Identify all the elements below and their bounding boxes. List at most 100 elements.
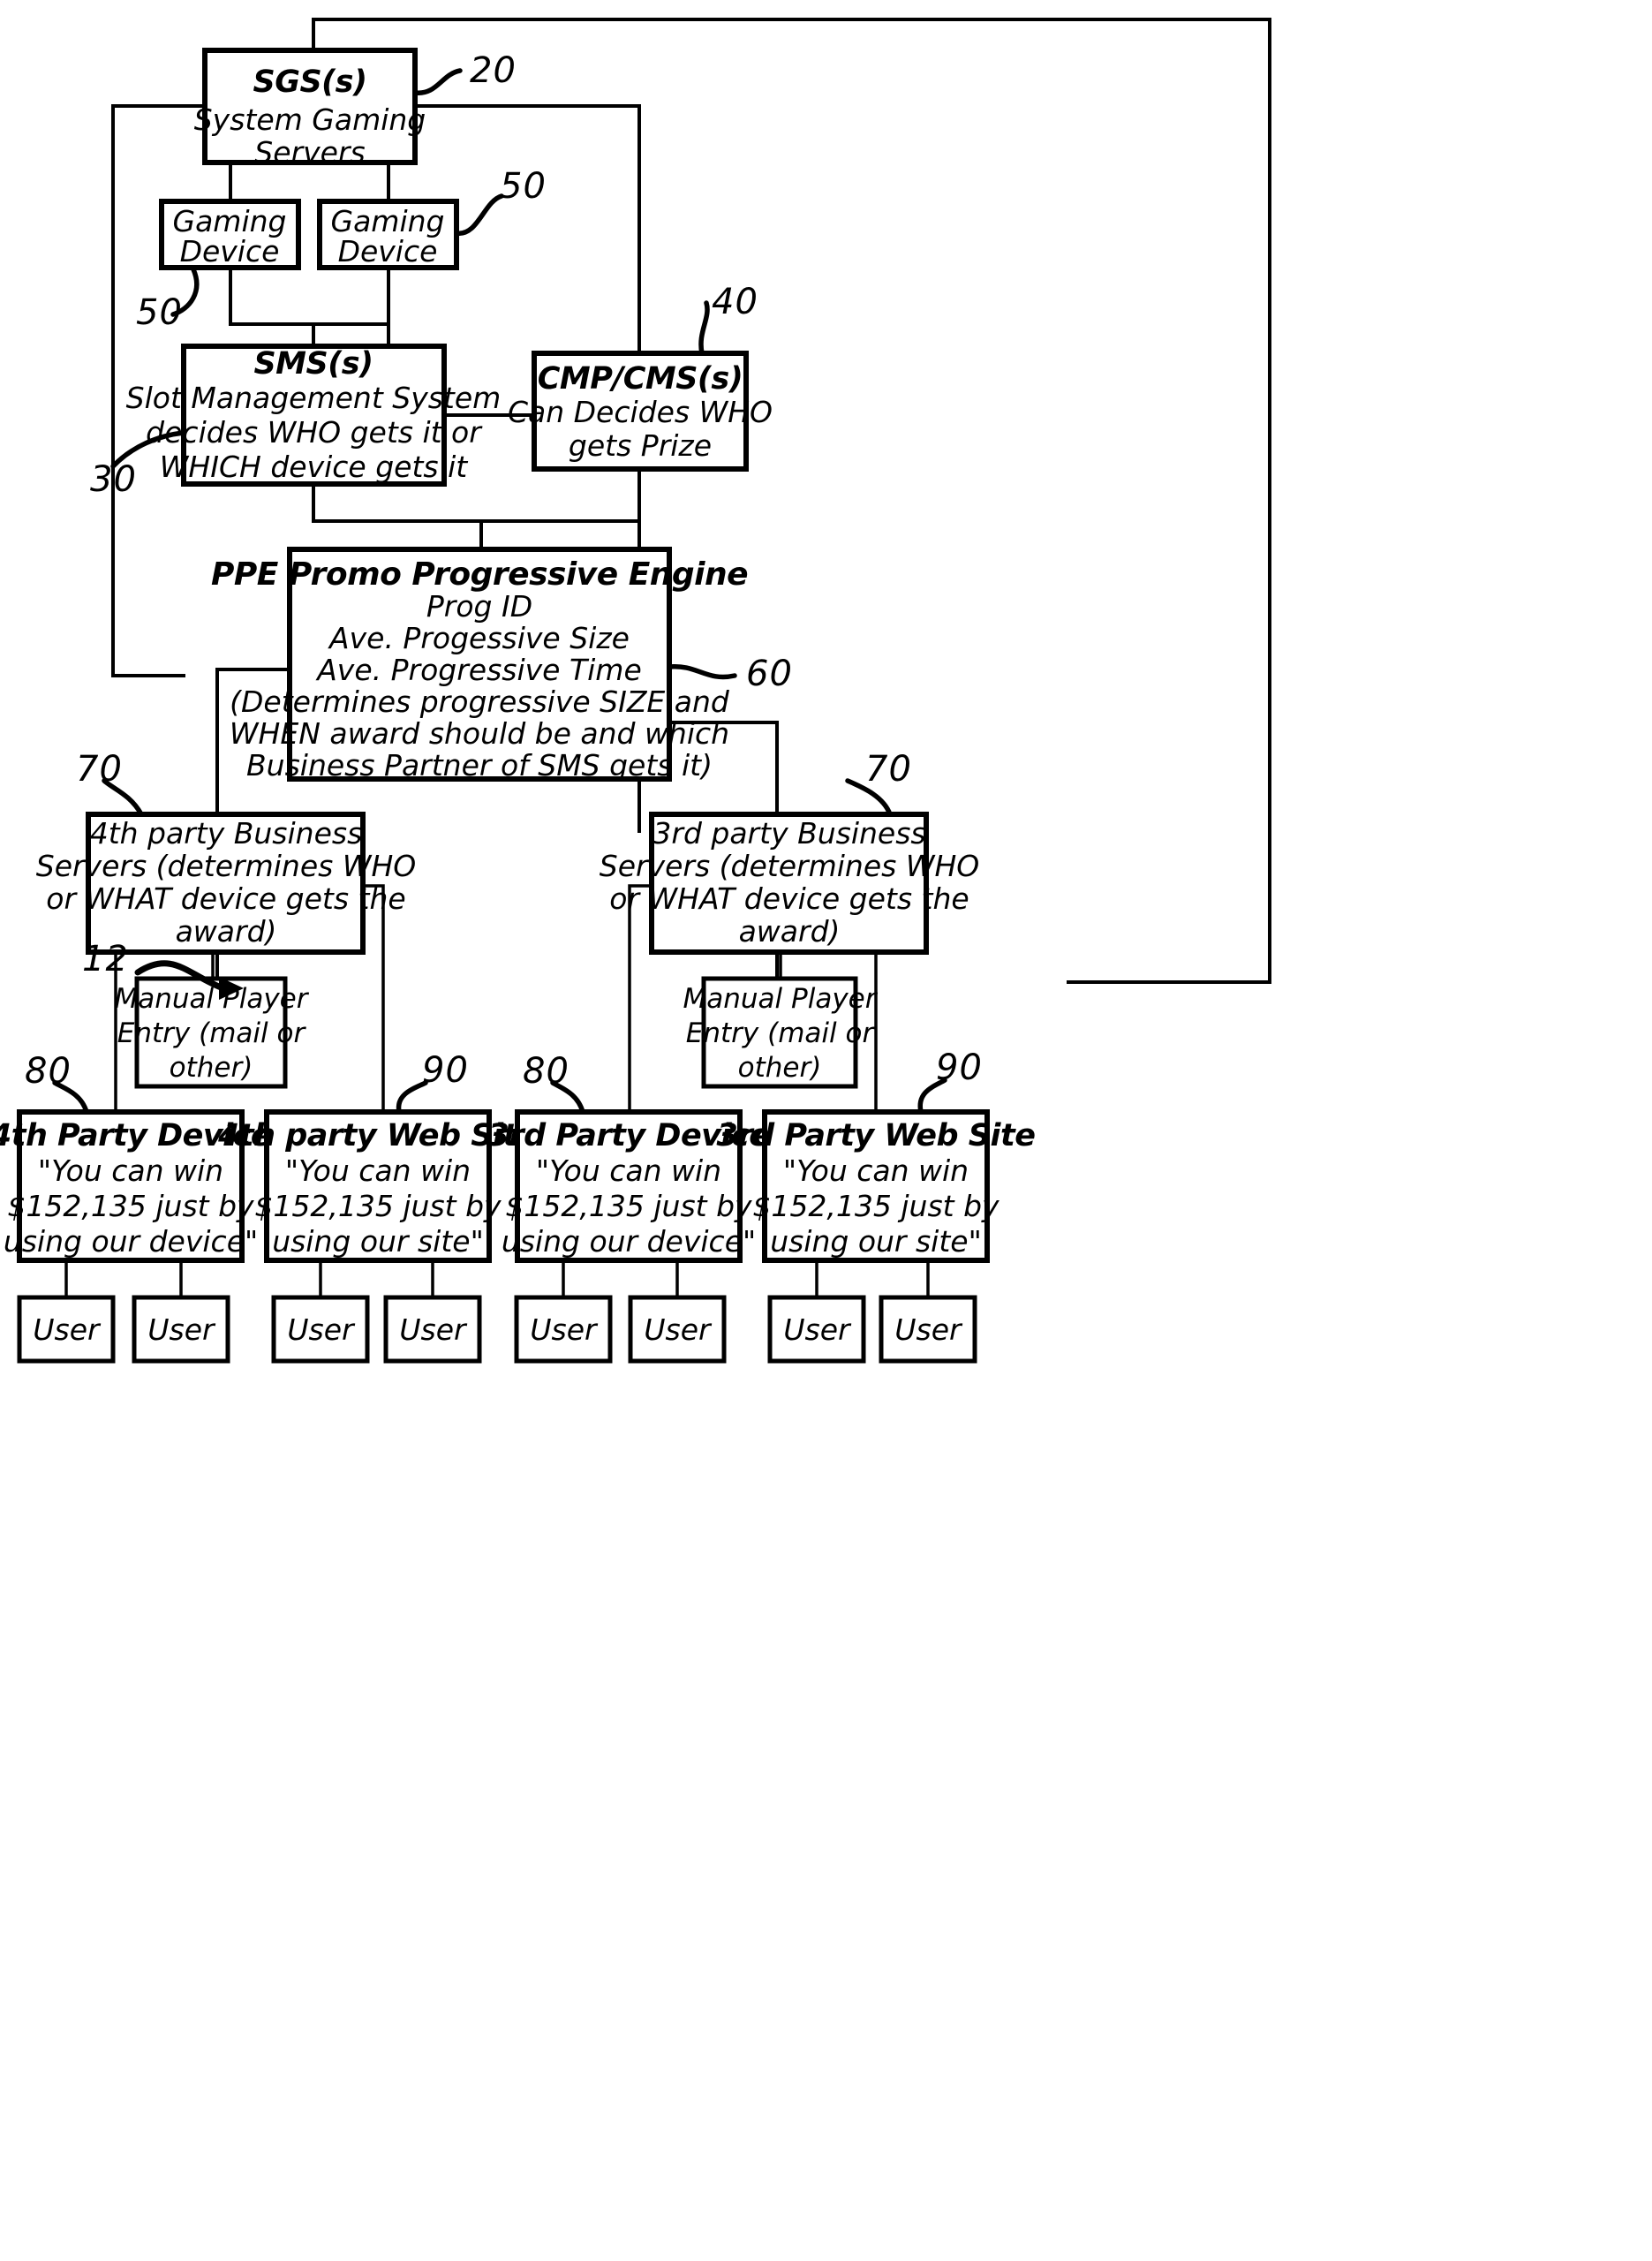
node-sms-title: SMS(s)	[253, 346, 373, 382]
node-user-8[interactable]: User	[879, 1295, 977, 1364]
node-user-7[interactable]: User	[767, 1295, 866, 1364]
node-4th-party-servers-line-3: or WHAT device gets the	[46, 881, 405, 916]
node-cmp-cms-title: CMP/CMS(s)	[538, 361, 743, 397]
node-sgs[interactable]: SGS(s) System Gaming Servers	[194, 48, 426, 170]
ref-label-90-right: 90	[936, 1047, 983, 1088]
connector-gaming-left-to-sms	[229, 266, 390, 326]
node-manual-entry-right-line-1: Manual Player	[683, 983, 879, 1015]
node-ppe-title: PPE Promo Progressive Engine	[211, 556, 748, 593]
node-3rd-party-website-title: 3rd Party Web Site	[717, 1118, 1036, 1153]
node-manual-entry-left-line-3: other)	[170, 1052, 253, 1084]
node-ppe-line-5: WHEN award should be and which	[230, 716, 729, 751]
ref-leader-60	[667, 663, 737, 680]
ref-callout-90-left: 90	[396, 1050, 469, 1115]
node-user-3[interactable]: User	[271, 1295, 370, 1364]
node-manual-entry-left[interactable]: Manual Player Entry (mail or other)	[115, 976, 310, 1089]
node-cmp-cms[interactable]: CMP/CMS(s) Can Decides WHO gets Prize	[508, 351, 773, 472]
node-gaming-device-right[interactable]: Gaming Device	[317, 199, 459, 270]
ref-callout-50-right: 50	[454, 166, 547, 236]
node-user-1[interactable]: User	[17, 1295, 116, 1364]
ref-callout-90-right: 90	[917, 1047, 983, 1115]
node-4th-party-website-line-1: "You can win	[285, 1153, 471, 1188]
node-3rd-party-servers-line-3: or WHAT device gets the	[609, 881, 969, 916]
node-sms-line-3: WHICH device gets it	[160, 450, 468, 484]
ref-callout-50-left: 50	[136, 267, 200, 333]
node-sgs-line-1: System Gaming	[194, 102, 426, 137]
connector-3rd-servers-to-device	[628, 884, 653, 1114]
node-3rd-party-website[interactable]: 3rd Party Web Site "You can win $152,135…	[717, 1109, 1036, 1263]
ref-callout-40: 40	[698, 282, 758, 356]
node-3rd-party-website-line-1: "You can win	[783, 1153, 969, 1188]
ref-label-50-left: 50	[136, 292, 183, 333]
node-4th-party-servers[interactable]: 4th party Business Servers (determines W…	[36, 812, 416, 955]
ref-label-70-right: 70	[865, 749, 912, 790]
node-user-2-label: User	[147, 1312, 216, 1347]
node-user-8-label: User	[894, 1312, 963, 1347]
node-manual-entry-left-line-2: Entry (mail or	[117, 1017, 307, 1049]
node-3rd-party-device-line-2: $152,135 just by	[505, 1189, 752, 1223]
node-4th-party-website-line-3: using our site"	[272, 1224, 484, 1259]
ref-label-30: 30	[90, 459, 137, 500]
ref-label-60: 60	[746, 654, 793, 694]
ref-label-12: 12	[82, 939, 129, 979]
node-sms-line-1: Slot Management System	[126, 381, 502, 415]
node-user-6[interactable]: User	[628, 1295, 727, 1364]
node-3rd-party-servers-line-1: 3rd party Business	[653, 816, 925, 851]
node-sgs-title: SGS(s)	[253, 64, 367, 100]
ref-callout-20: 20	[412, 50, 517, 95]
node-4th-party-device-line-3: using our device"	[4, 1224, 258, 1259]
node-user-2[interactable]: User	[132, 1295, 230, 1364]
node-user-6-label: User	[644, 1312, 713, 1347]
ref-label-50-right: 50	[500, 166, 547, 207]
node-3rd-party-servers-line-2: Servers (determines WHO	[600, 849, 979, 883]
node-3rd-party-website-line-2: $152,135 just by	[752, 1189, 999, 1223]
node-gaming-device-left[interactable]: Gaming Device	[159, 199, 301, 270]
node-ppe-line-3: Ave. Progressive Time	[315, 653, 642, 687]
node-4th-party-servers-line-4: award)	[176, 914, 277, 949]
patent-figure: SGS(s) System Gaming Servers Gaming Devi…	[0, 0, 1652, 2261]
connector-sms-to-ppe	[312, 482, 483, 551]
ref-label-90-left: 90	[422, 1050, 469, 1091]
node-ppe-line-2: Ave. Progessive Size	[328, 621, 630, 655]
node-3rd-party-device-line-1: "You can win	[536, 1153, 721, 1188]
ref-leader-40	[698, 300, 710, 356]
node-manual-entry-right-line-3: other)	[738, 1052, 822, 1084]
node-sgs-line-2: Servers	[254, 135, 365, 170]
node-3rd-party-device-line-3: using our device"	[502, 1224, 756, 1259]
ref-label-70-left: 70	[76, 749, 123, 790]
node-sms[interactable]: SMS(s) Slot Management System decides WH…	[126, 344, 502, 487]
connector-cmp-to-ppe	[479, 467, 641, 523]
node-cmp-cms-line-2: gets Prize	[569, 428, 712, 463]
ref-label-80-right: 80	[523, 1051, 570, 1092]
ref-callout-70-left: 70	[76, 749, 144, 817]
node-user-4-label: User	[399, 1312, 468, 1347]
node-4th-party-website-line-2: $152,135 just by	[254, 1189, 502, 1223]
node-3rd-party-servers-line-4: award)	[739, 914, 841, 949]
node-4th-party-device-line-2: $152,135 just by	[7, 1189, 254, 1223]
node-user-5[interactable]: User	[514, 1295, 613, 1364]
node-4th-party-servers-line-1: 4th party Business	[90, 816, 363, 851]
system-block-diagram: SGS(s) System Gaming Servers Gaming Devi…	[0, 18, 1271, 1364]
node-user-4[interactable]: User	[383, 1295, 482, 1364]
node-cmp-cms-line-1: Can Decides WHO	[508, 395, 773, 429]
node-4th-party-device-line-1: "You can win	[38, 1153, 223, 1188]
node-manual-entry-right-line-2: Entry (mail or	[686, 1017, 876, 1049]
node-4th-party-servers-line-2: Servers (determines WHO	[36, 849, 416, 883]
node-ppe-line-4: (Determines progressive SIZE and	[230, 684, 730, 719]
node-ppe-line-6: Business Partner of SMS gets it)	[246, 748, 713, 783]
node-ppe-line-1: Prog ID	[426, 589, 532, 624]
node-user-3-label: User	[287, 1312, 356, 1347]
ref-callout-70-right: 70	[845, 749, 912, 817]
ref-leader-50-right	[454, 193, 504, 236]
node-3rd-party-website-line-3: using our site"	[770, 1224, 982, 1259]
ref-leader-20	[412, 68, 463, 95]
node-manual-entry-left-line-1: Manual Player	[115, 983, 310, 1015]
node-gaming-device-left-line-2: Device	[180, 234, 280, 268]
ref-callout-80-left: 80	[25, 1051, 89, 1115]
ref-label-80-left: 80	[25, 1051, 72, 1092]
node-manual-entry-right[interactable]: Manual Player Entry (mail or other)	[683, 976, 879, 1089]
ref-label-40: 40	[712, 282, 758, 322]
node-gaming-device-right-line-2: Device	[338, 234, 438, 268]
node-3rd-party-servers[interactable]: 3rd party Business Servers (determines W…	[600, 812, 979, 955]
ref-label-20: 20	[470, 50, 517, 91]
